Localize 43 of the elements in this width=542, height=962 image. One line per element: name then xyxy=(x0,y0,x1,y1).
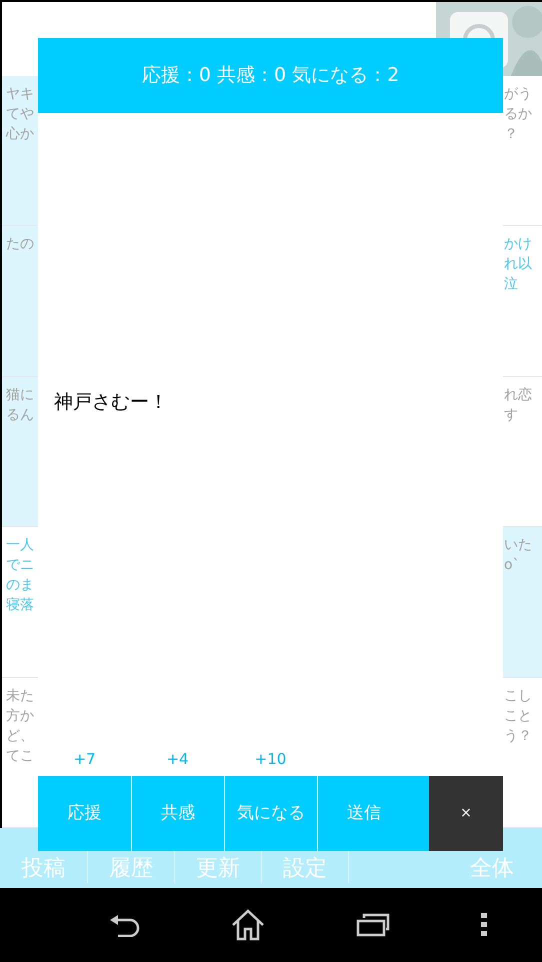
post-text: す xyxy=(504,406,518,425)
point-count: +7 xyxy=(73,748,96,770)
post-card[interactable]: ヤキ てや 心か xyxy=(2,76,38,226)
post-text: るん xyxy=(6,406,34,425)
post-text: でニ xyxy=(6,556,34,576)
post-text: るか xyxy=(504,105,532,124)
reaction-button[interactable]: 共感 xyxy=(131,776,224,851)
post-text: のま xyxy=(6,576,34,596)
reaction-button[interactable]: 送信 xyxy=(317,776,410,851)
post-text: 未た xyxy=(6,686,34,706)
post-text: o` xyxy=(504,556,520,576)
post-message: 神戸さむー！ xyxy=(53,390,169,415)
post-text: ど、 xyxy=(6,726,34,746)
post-text: こし xyxy=(504,686,532,706)
post-text: う？ xyxy=(504,726,532,746)
post-text: れ以 xyxy=(504,255,532,274)
post-card[interactable]: 猫に るん xyxy=(2,376,38,526)
post-text: 一人 xyxy=(6,536,34,556)
post-text: てや xyxy=(6,105,34,124)
post-text: 寝落 xyxy=(6,596,34,616)
post-text: かけ xyxy=(504,235,532,254)
menu-icon[interactable] xyxy=(480,913,486,937)
post-text: 猫に xyxy=(6,386,34,405)
post-text: れ恋 xyxy=(504,386,532,405)
post-text: いた xyxy=(504,536,532,556)
post-text: てこ xyxy=(6,746,34,766)
post-text: 方か xyxy=(6,706,34,726)
reaction-button[interactable]: 気になる xyxy=(224,776,317,851)
recent-apps-icon[interactable] xyxy=(356,913,390,937)
post-text: ？ xyxy=(504,125,518,144)
point-count: +10 xyxy=(254,748,286,770)
post-text: 心か xyxy=(6,125,34,144)
close-button[interactable]: × xyxy=(429,776,503,851)
post-card[interactable]: たの xyxy=(2,226,38,376)
reaction-summary: 応援：0 共感：0 気になる：2 xyxy=(142,63,400,88)
post-text: ヤキ xyxy=(6,85,34,104)
post-text: こと xyxy=(504,706,532,726)
post-text: たの xyxy=(6,235,34,254)
home-icon[interactable] xyxy=(230,909,264,941)
post-card[interactable]: いた o` xyxy=(503,527,542,677)
post-text: がう xyxy=(504,85,532,104)
post-text: 泣 xyxy=(504,275,518,294)
point-count: +4 xyxy=(166,748,189,770)
